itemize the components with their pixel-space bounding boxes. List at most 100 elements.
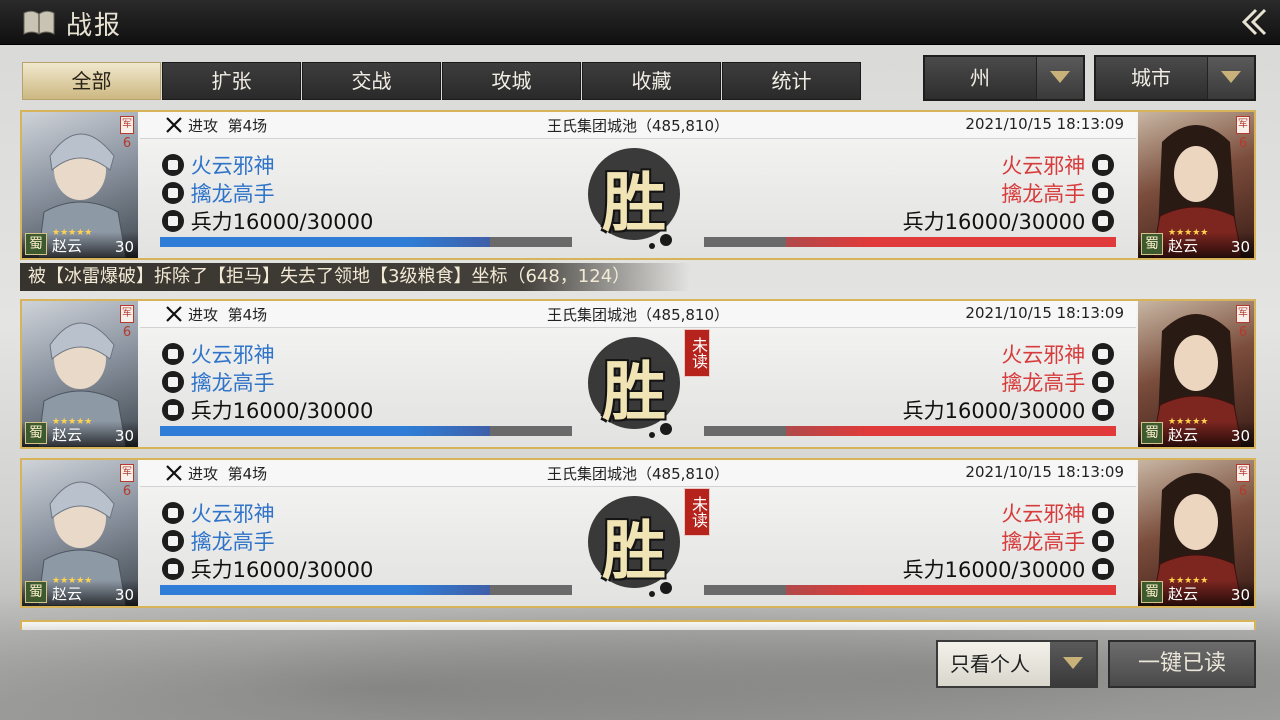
page-title: 战报 <box>66 11 123 41</box>
defender-troops: 兵力16000/30000 <box>902 558 1086 582</box>
defender-portrait[interactable]: 军 6 ★★★★★ 蜀 赵云 30 <box>1138 460 1254 606</box>
report-card-partial[interactable] <box>20 620 1256 630</box>
tab-expansion[interactable]: 扩张 <box>162 62 301 100</box>
hero-name: 赵云 <box>1168 237 1199 255</box>
defender-title-row: 擒龙高手 <box>1001 178 1114 208</box>
attacker-portrait[interactable]: 军 6 ★★★★★ 蜀 赵云 30 <box>22 301 138 447</box>
victory-stamp: 胜 <box>574 142 694 257</box>
notice-strip: 被【冰雷爆破】拆除了【拒马】失去了领地【3级粮食】坐标（648，124） <box>20 263 690 291</box>
faction-badge: 蜀 <box>25 233 47 255</box>
hero-name: 赵云 <box>52 426 83 444</box>
faction-badge: 蜀 <box>1141 233 1163 255</box>
helmet-icon <box>162 343 184 365</box>
attacker-portrait[interactable]: 军 6 ★★★★★ 蜀 赵云 30 <box>22 112 138 258</box>
skull-icon <box>1092 399 1114 421</box>
attacker-name: 火云邪神 <box>190 154 275 178</box>
defender-title: 擒龙高手 <box>1001 182 1086 206</box>
commander-icon <box>1092 371 1114 393</box>
hero-level: 30 <box>1230 586 1250 604</box>
defender-portrait[interactable]: 军 6 ★★★★★ 蜀 赵云 30 <box>1138 301 1254 447</box>
report-header: 进攻 第4场 王氏集团城池（485,810） 2021/10/15 18:13:… <box>140 460 1136 487</box>
attacker-portrait[interactable]: 军 6 ★★★★★ 蜀 赵云 30 <box>22 460 138 606</box>
attacker-troop-fill <box>160 237 490 247</box>
attacker-player-row: 火云邪神 <box>162 498 275 528</box>
helmet-icon <box>1092 502 1114 524</box>
defender-title-row: 擒龙高手 <box>1001 367 1114 397</box>
attacker-title-row: 擒龙高手 <box>162 526 275 556</box>
defender-title-row: 擒龙高手 <box>1001 526 1114 556</box>
attacker-troops: 兵力16000/30000 <box>190 558 374 582</box>
commander-icon <box>162 371 184 393</box>
attacker-title-row: 擒龙高手 <box>162 367 275 397</box>
title-bar: 战报 <box>0 0 1280 45</box>
attacker-name: 火云邪神 <box>190 343 275 367</box>
unread-seal: 未读 <box>684 488 710 536</box>
report-card[interactable]: 军 6 ★★★★★ 蜀 赵云 30 军 6 ★★★★★ 蜀 赵云 30 进攻 第… <box>20 458 1256 608</box>
cost-value: 6 <box>122 325 132 340</box>
defender-troop-bar <box>704 237 1116 247</box>
commander-icon <box>162 530 184 552</box>
tab-all[interactable]: 全部 <box>22 62 161 100</box>
triangle-down-icon <box>1050 642 1096 686</box>
region-dropdown[interactable]: 州 <box>923 55 1085 101</box>
portrait-info: ★★★★★ 蜀 赵云 30 <box>22 228 138 258</box>
defender-title: 擒龙高手 <box>1001 530 1086 554</box>
tab-statistics[interactable]: 统计 <box>722 62 861 100</box>
helmet-icon <box>1092 154 1114 176</box>
defender-troop-fill <box>786 585 1116 595</box>
attacker-title: 擒龙高手 <box>190 530 275 554</box>
city-dropdown[interactable]: 城市 <box>1094 55 1256 101</box>
cost-value: 6 <box>122 484 132 499</box>
skull-icon <box>1092 210 1114 232</box>
hero-level: 30 <box>114 238 134 256</box>
result-text: 胜 <box>602 514 666 589</box>
tab-bar: 全部 扩张 交战 攻城 收藏 统计 <box>22 62 862 100</box>
defender-player-row: 火云邪神 <box>1001 498 1114 528</box>
defender-name: 火云邪神 <box>1001 154 1086 178</box>
attacker-title: 擒龙高手 <box>190 371 275 395</box>
defender-troops: 兵力16000/30000 <box>902 399 1086 423</box>
tab-favorites[interactable]: 收藏 <box>582 62 721 100</box>
commander-icon <box>162 182 184 204</box>
report-card[interactable]: 军 6 ★★★★★ 蜀 赵云 30 军 6 ★★★★★ 蜀 赵云 30 进攻 第… <box>20 110 1256 260</box>
defender-name: 火云邪神 <box>1001 502 1086 526</box>
commander-icon <box>1092 182 1114 204</box>
cost-tag: 军 <box>120 464 134 482</box>
attacker-troops: 兵力16000/30000 <box>190 210 374 234</box>
battle-time: 2021/10/15 18:13:09 <box>965 304 1124 322</box>
cost-value: 6 <box>1238 484 1248 499</box>
back-arrow-icon[interactable] <box>1236 6 1270 38</box>
tab-battle[interactable]: 交战 <box>302 62 441 100</box>
triangle-down-icon <box>1036 57 1083 99</box>
defender-player-row: 火云邪神 <box>1001 150 1114 180</box>
helmet-icon <box>162 502 184 524</box>
cost-value: 6 <box>1238 136 1248 151</box>
hero-level: 30 <box>1230 427 1250 445</box>
report-card[interactable]: 军 6 ★★★★★ 蜀 赵云 30 军 6 ★★★★★ 蜀 赵云 30 进攻 第… <box>20 299 1256 449</box>
helmet-icon <box>162 154 184 176</box>
portrait-info: ★★★★★ 蜀 赵云 30 <box>22 417 138 447</box>
battle-time: 2021/10/15 18:13:09 <box>965 115 1124 133</box>
attacker-troops-row: 兵力16000/30000 <box>162 206 373 236</box>
attacker-player-row: 火云邪神 <box>162 150 275 180</box>
hero-name: 赵云 <box>1168 426 1199 444</box>
hero-name: 赵云 <box>52 585 83 603</box>
faction-badge: 蜀 <box>25 581 47 603</box>
personal-filter-dropdown[interactable]: 只看个人 <box>936 640 1098 688</box>
skull-icon <box>1092 558 1114 580</box>
cost-value: 6 <box>1238 325 1248 340</box>
attacker-troops-row: 兵力16000/30000 <box>162 395 373 425</box>
cost-tag: 军 <box>1236 464 1250 482</box>
attacker-troop-fill <box>160 426 490 436</box>
skull-icon <box>162 399 184 421</box>
defender-portrait[interactable]: 军 6 ★★★★★ 蜀 赵云 30 <box>1138 112 1254 258</box>
faction-badge: 蜀 <box>1141 422 1163 444</box>
skull-icon <box>162 558 184 580</box>
victory-stamp: 胜 <box>574 331 694 446</box>
triangle-down-icon <box>1207 57 1254 99</box>
attacker-troop-bar <box>160 585 572 595</box>
tab-siege[interactable]: 攻城 <box>442 62 581 100</box>
helmet-icon <box>1092 343 1114 365</box>
cost-tag: 军 <box>1236 116 1250 134</box>
read-all-button[interactable]: 一键已读 <box>1108 640 1256 688</box>
